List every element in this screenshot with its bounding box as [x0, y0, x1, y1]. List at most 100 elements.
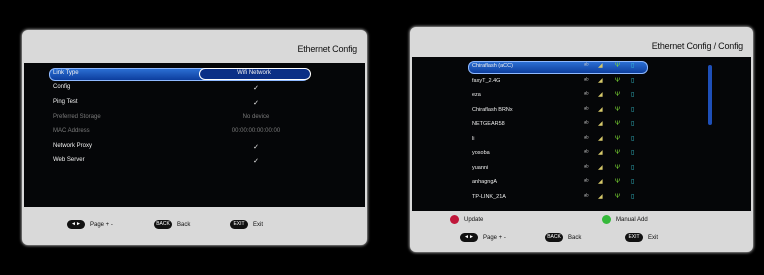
wifi-network-name: Chiraflash (aCC)	[472, 63, 513, 69]
wifi-network-row[interactable]: Chiraflash BRNx ᵃᵇ ◢ Ψ ▯	[412, 105, 648, 116]
menu-item-ping-test[interactable]: Ping Test ✓	[53, 97, 313, 109]
menu-item-link-type[interactable]: Link Type Wifi Network	[49, 68, 311, 81]
wifi-network-row[interactable]: TP-LINK_21A ᵃᵇ ◢ Ψ ▯	[412, 192, 648, 203]
signal-strength-icon: ◢	[598, 63, 603, 69]
encryption-type-icon: ᵃᵇ	[584, 77, 589, 84]
antenna-icon: Ψ	[615, 77, 621, 84]
page-hint-label: Page + -	[90, 222, 113, 228]
signal-strength-icon: ◢	[598, 164, 603, 171]
menu-item-label: Network Proxy	[53, 143, 93, 149]
menu-item-label: Preferred Storage	[53, 114, 101, 120]
lock-icon: ▯	[631, 150, 635, 156]
back-button-icon: BACK	[154, 220, 172, 229]
wifi-network-name: yuanni	[472, 164, 489, 171]
lock-icon: ▯	[631, 106, 635, 113]
list-scrollbar[interactable]	[708, 65, 712, 125]
config-menu: Link Type Wifi Network Config ✓ Ping Tes…	[24, 63, 365, 207]
wifi-network-row[interactable]: yosoba ᵃᵇ ◢ Ψ ▯	[412, 148, 648, 159]
lock-icon: ▯	[631, 179, 635, 185]
link-type-value: Wifi Network	[237, 70, 271, 76]
red-button-icon	[450, 215, 459, 224]
antenna-icon: Ψ	[615, 92, 621, 98]
exit-hint-label: Exit	[253, 222, 264, 228]
menu-item-mac-address: MAC Address 00:00:00:00:00:00	[53, 126, 313, 138]
ethernet-config-screen: Ethernet Config Link Type Wifi Network C…	[0, 0, 377, 275]
check-icon: ✓	[253, 100, 259, 107]
ethernet-config-window: Ethernet Config Link Type Wifi Network C…	[22, 30, 367, 245]
back-hint-label: Back	[568, 235, 582, 241]
mac-address-value: 00:00:00:00:00:00	[231, 128, 281, 134]
wifi-network-row[interactable]: Chiraflash (aCC) ᵃᵇ ◢ Ψ ▯	[412, 61, 648, 74]
green-button-icon	[602, 215, 611, 224]
lock-icon: ▯	[631, 135, 635, 142]
menu-item-label: Config	[53, 84, 71, 90]
encryption-type-icon: ᵃᵇ	[584, 164, 589, 171]
wifi-network-name: TP-LINK_21A	[472, 193, 506, 200]
exit-button-icon: EXIT	[230, 220, 248, 229]
signal-strength-icon: ◢	[598, 179, 603, 185]
wifi-network-list: Chiraflash (aCC) ᵃᵇ ◢ Ψ ▯ faxyT_2.4G ᵃᵇ ◢ Ψ ▯ eza ᵃ…	[412, 57, 751, 211]
menu-item-label: Ping Test	[53, 99, 78, 105]
lock-icon: ▯	[631, 92, 635, 98]
wifi-network-row[interactable]: yuanni ᵃᵇ ◢ Ψ ▯	[412, 163, 648, 174]
menu-item-label: Web Server	[53, 157, 85, 163]
signal-strength-icon: ◢	[598, 121, 603, 127]
signal-strength-icon: ◢	[598, 106, 603, 113]
check-icon: ✓	[253, 144, 259, 151]
title-bar: Ethernet Config / Config	[410, 27, 753, 60]
wifi-network-name: eza	[472, 92, 481, 98]
storage-value: No device	[242, 114, 270, 120]
page-arrows-icon: ◄►	[460, 233, 478, 242]
wifi-network-name: yosoba	[472, 150, 490, 156]
encryption-type-icon: ᵃᵇ	[584, 193, 589, 200]
antenna-icon: Ψ	[615, 121, 621, 127]
wifi-network-name: Chiraflash BRNx	[472, 106, 513, 113]
footer-hints: ◄► Page + - BACK Back EXIT Exit	[22, 207, 367, 245]
wifi-config-screen: Ethernet Config / Config Chiraflash (aCC…	[392, 0, 764, 275]
menu-item-web-server[interactable]: Web Server ✓	[53, 155, 313, 167]
update-label: Update	[464, 217, 484, 223]
menu-item-config[interactable]: Config ✓	[53, 82, 313, 94]
wifi-network-row[interactable]: eza ᵃᵇ ◢ Ψ ▯	[412, 90, 648, 101]
manual-add-label: Manual Add	[616, 217, 648, 223]
antenna-icon: Ψ	[615, 63, 621, 69]
back-hint-label: Back	[177, 222, 191, 228]
signal-strength-icon: ◢	[598, 92, 603, 98]
title-bar: Ethernet Config	[22, 30, 367, 63]
check-icon: ✓	[253, 85, 259, 92]
signal-strength-icon: ◢	[598, 77, 603, 84]
antenna-icon: Ψ	[615, 135, 621, 142]
wifi-network-name: faxyT_2.4G	[472, 77, 501, 84]
wifi-config-window: Ethernet Config / Config Chiraflash (aCC…	[410, 27, 753, 252]
lock-icon: ▯	[631, 121, 635, 127]
wifi-network-name: anhagngA	[472, 179, 498, 185]
exit-hint-label: Exit	[648, 235, 659, 241]
wifi-network-name: NETGEAR58	[472, 121, 505, 127]
wifi-network-row[interactable]: anhagngA ᵃᵇ ◢ Ψ ▯	[412, 177, 648, 188]
page-arrows-icon: ◄►	[67, 220, 85, 229]
page-title: Ethernet Config / Config	[651, 41, 743, 51]
wifi-network-row[interactable]: li ᵃᵇ ◢ Ψ ▯	[412, 134, 648, 145]
page-hint-label: Page + -	[483, 235, 506, 241]
antenna-icon: Ψ	[615, 164, 621, 171]
lock-icon: ▯	[631, 63, 635, 69]
check-icon: ✓	[253, 158, 259, 165]
encryption-type-icon: ᵃᵇ	[584, 106, 589, 113]
encryption-type-icon: ᵃᵇ	[584, 150, 589, 156]
footer-hints: Update Manual Add ◄► Page + - BACK Back …	[410, 212, 753, 252]
exit-button-icon: EXIT	[625, 233, 643, 242]
antenna-icon: Ψ	[615, 150, 621, 156]
lock-icon: ▯	[631, 193, 635, 200]
encryption-type-icon: ᵃᵇ	[584, 92, 589, 98]
encryption-type-icon: ᵃᵇ	[584, 179, 589, 185]
wifi-network-row[interactable]: NETGEAR58 ᵃᵇ ◢ Ψ ▯	[412, 119, 648, 130]
wifi-network-name: li	[472, 135, 475, 142]
lock-icon: ▯	[631, 164, 635, 171]
menu-item-network-proxy[interactable]: Network Proxy ✓	[53, 141, 313, 153]
antenna-icon: Ψ	[615, 193, 621, 200]
antenna-icon: Ψ	[615, 179, 621, 185]
encryption-type-icon: ᵃᵇ	[584, 121, 589, 127]
wifi-network-row[interactable]: faxyT_2.4G ᵃᵇ ◢ Ψ ▯	[412, 76, 648, 87]
encryption-type-icon: ᵃᵇ	[584, 135, 589, 142]
page-title: Ethernet Config	[297, 44, 357, 54]
